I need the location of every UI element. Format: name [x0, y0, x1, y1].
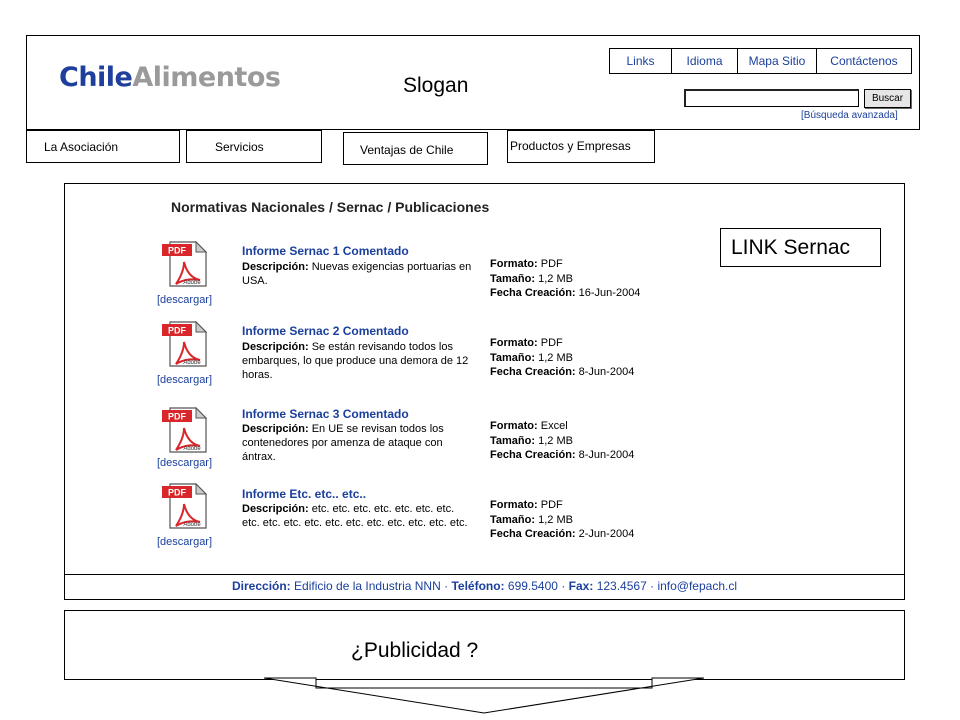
- desc-label: Descripción:: [242, 341, 309, 353]
- top-link-contactenos[interactable]: Contáctenos: [817, 49, 911, 73]
- pdf-icon[interactable]: PDF Adobe: [162, 482, 208, 530]
- date-value: 16-Jun-2004: [578, 287, 641, 299]
- date-value: 8-Jun-2004: [578, 449, 635, 461]
- size-label: Tamaño:: [490, 272, 536, 285]
- phone-label: Teléfono:: [451, 579, 505, 593]
- separator: ·: [561, 579, 566, 593]
- format-label: Formato:: [490, 420, 538, 432]
- email-link[interactable]: info@fepach.cl: [657, 579, 737, 593]
- phone-value: 699.5400: [507, 579, 558, 593]
- top-links-bar: Links Idioma Mapa Sitio Contáctenos: [609, 48, 912, 74]
- item-title[interactable]: Informe Sernac 2 Comentado: [242, 324, 409, 338]
- date-value: 2-Jun-2004: [578, 528, 635, 540]
- top-link-mapa-sitio[interactable]: Mapa Sitio: [738, 49, 817, 73]
- tab-productos-y-empresas[interactable]: Productos y Empresas: [507, 130, 655, 163]
- item-meta: Formato: PDF Tamaño: 1,2 MB Fecha Creaci…: [490, 498, 634, 542]
- pdf-brand-text: Adobe: [183, 280, 201, 286]
- item-title[interactable]: Informe Etc. etc.. etc..: [242, 487, 366, 501]
- pdf-brand-text: Adobe: [183, 360, 201, 366]
- item-description: Descripción: En UE se revisan todos los …: [242, 422, 472, 464]
- logo-chile: Chile: [59, 62, 133, 93]
- advanced-search-link[interactable]: [Búsqueda avanzada]: [801, 110, 898, 121]
- search-input[interactable]: [684, 89, 859, 107]
- item-description: Descripción: Nuevas exigencias portuaria…: [242, 260, 472, 288]
- item-title[interactable]: Informe Sernac 3 Comentado: [242, 407, 409, 421]
- site-logo[interactable]: ChileAlimentos: [59, 62, 281, 93]
- logo-alimentos: Alimentos: [132, 62, 281, 93]
- tab-ventajas-de-chile[interactable]: Ventajas de Chile: [343, 132, 488, 165]
- format-value: PDF: [540, 258, 563, 270]
- separator: ·: [444, 579, 449, 593]
- address-value: Edificio de la Industria NNN: [294, 579, 441, 593]
- pdf-badge-text: PDF: [168, 412, 187, 422]
- advertising-box: [64, 610, 905, 680]
- pdf-brand-text: Adobe: [183, 446, 201, 452]
- fax-label: Fax:: [568, 579, 594, 593]
- slogan: Slogan: [403, 74, 469, 97]
- address-label: Dirección:: [232, 579, 291, 593]
- format-label: Formato:: [490, 337, 538, 349]
- footer-contact: Dirección: Edificio de la Industria NNN …: [64, 579, 905, 593]
- download-link[interactable]: [descargar]: [157, 536, 212, 548]
- format-value: PDF: [540, 499, 563, 511]
- search-button[interactable]: Buscar: [864, 89, 911, 108]
- desc-label: Descripción:: [242, 503, 309, 515]
- item-description: Descripción: etc. etc. etc. etc. etc. et…: [242, 502, 472, 530]
- size-value: 1,2 MB: [538, 434, 573, 447]
- link-sernac-box[interactable]: LINK Sernac: [720, 228, 881, 267]
- fax-value: 123.4567: [596, 579, 647, 593]
- down-arrow-icon: [264, 677, 704, 714]
- top-link-idioma[interactable]: Idioma: [672, 49, 738, 73]
- download-link[interactable]: [descargar]: [157, 374, 212, 386]
- item-title[interactable]: Informe Sernac 1 Comentado: [242, 244, 409, 258]
- pdf-badge-text: PDF: [168, 326, 187, 336]
- format-label: Formato:: [490, 499, 538, 511]
- pdf-icon[interactable]: PDF Adobe: [162, 240, 208, 288]
- date-label: Fecha Creación:: [490, 287, 576, 299]
- pdf-badge-text: PDF: [168, 246, 187, 256]
- date-value: 8-Jun-2004: [578, 366, 635, 378]
- separator: ·: [650, 579, 655, 593]
- size-value: 1,2 MB: [538, 272, 573, 285]
- format-value: Excel: [540, 420, 568, 432]
- size-label: Tamaño:: [490, 351, 536, 364]
- size-value: 1,2 MB: [538, 513, 573, 526]
- download-link[interactable]: [descargar]: [157, 294, 212, 306]
- date-label: Fecha Creación:: [490, 528, 576, 540]
- page-title: Normativas Nacionales / Sernac / Publica…: [171, 199, 490, 215]
- date-label: Fecha Creación:: [490, 449, 576, 461]
- format-value: PDF: [540, 337, 563, 349]
- pdf-icon[interactable]: PDF Adobe: [162, 320, 208, 368]
- pdf-brand-text: Adobe: [183, 522, 201, 528]
- pdf-icon[interactable]: PDF Adobe: [162, 406, 208, 454]
- size-label: Tamaño:: [490, 513, 536, 526]
- size-value: 1,2 MB: [538, 351, 573, 364]
- advertising-text: ¿Publicidad ?: [351, 639, 479, 662]
- item-meta: Formato: PDF Tamaño: 1,2 MB Fecha Creaci…: [490, 257, 640, 301]
- desc-label: Descripción:: [242, 261, 309, 273]
- date-label: Fecha Creación:: [490, 366, 576, 378]
- footer-divider: [64, 574, 905, 575]
- size-label: Tamaño:: [490, 434, 536, 447]
- format-label: Formato:: [490, 258, 538, 270]
- top-link-links[interactable]: Links: [610, 49, 672, 73]
- desc-label: Descripción:: [242, 423, 309, 435]
- item-meta: Formato: PDF Tamaño: 1,2 MB Fecha Creaci…: [490, 336, 634, 380]
- pdf-badge-text: PDF: [168, 488, 187, 498]
- tab-servicios[interactable]: Servicios: [186, 130, 322, 163]
- download-link[interactable]: [descargar]: [157, 457, 212, 469]
- item-meta: Formato: Excel Tamaño: 1,2 MB Fecha Crea…: [490, 419, 634, 463]
- tab-la-asociacion[interactable]: La Asociación: [26, 130, 180, 163]
- item-description: Descripción: Se están revisando todos lo…: [242, 340, 472, 382]
